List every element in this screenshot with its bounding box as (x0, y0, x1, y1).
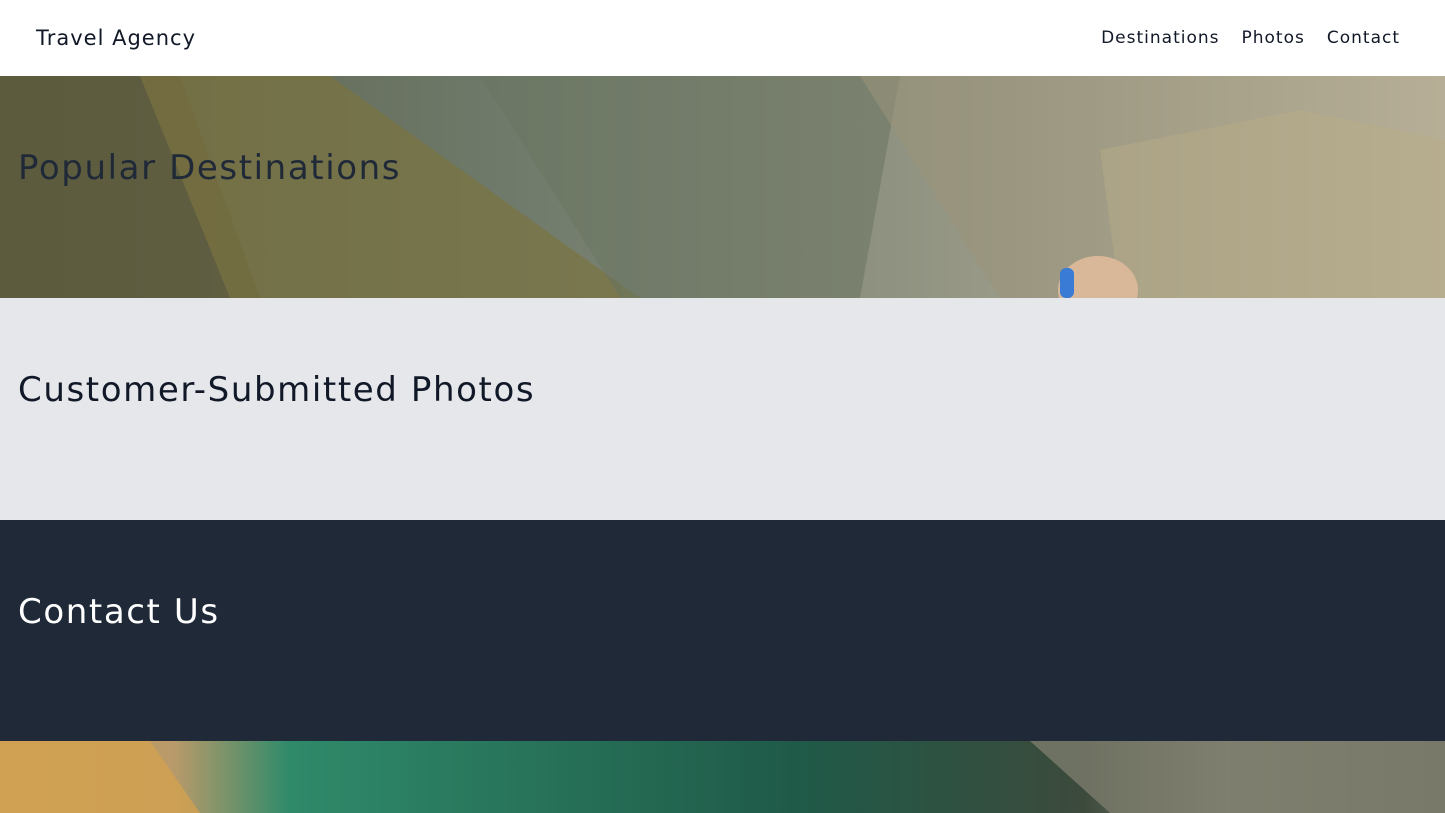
brand-logo-text[interactable]: Travel Agency (36, 26, 196, 50)
contact-heading: Contact Us (18, 592, 220, 632)
nav-link-destinations[interactable]: Destinations (1101, 28, 1219, 48)
contact-section: Contact Us (0, 520, 1445, 741)
destinations-section: Popular Destinations (0, 76, 1445, 298)
destinations-heading: Popular Destinations (18, 148, 402, 188)
photos-heading: Customer-Submitted Photos (18, 370, 536, 410)
site-header: Travel Agency Destinations Photos Contac… (0, 0, 1445, 76)
nav-link-photos[interactable]: Photos (1242, 28, 1305, 48)
nav-link-contact[interactable]: Contact (1327, 28, 1400, 48)
photos-section: Customer-Submitted Photos (0, 298, 1445, 520)
main-nav: Destinations Photos Contact (1101, 28, 1400, 48)
